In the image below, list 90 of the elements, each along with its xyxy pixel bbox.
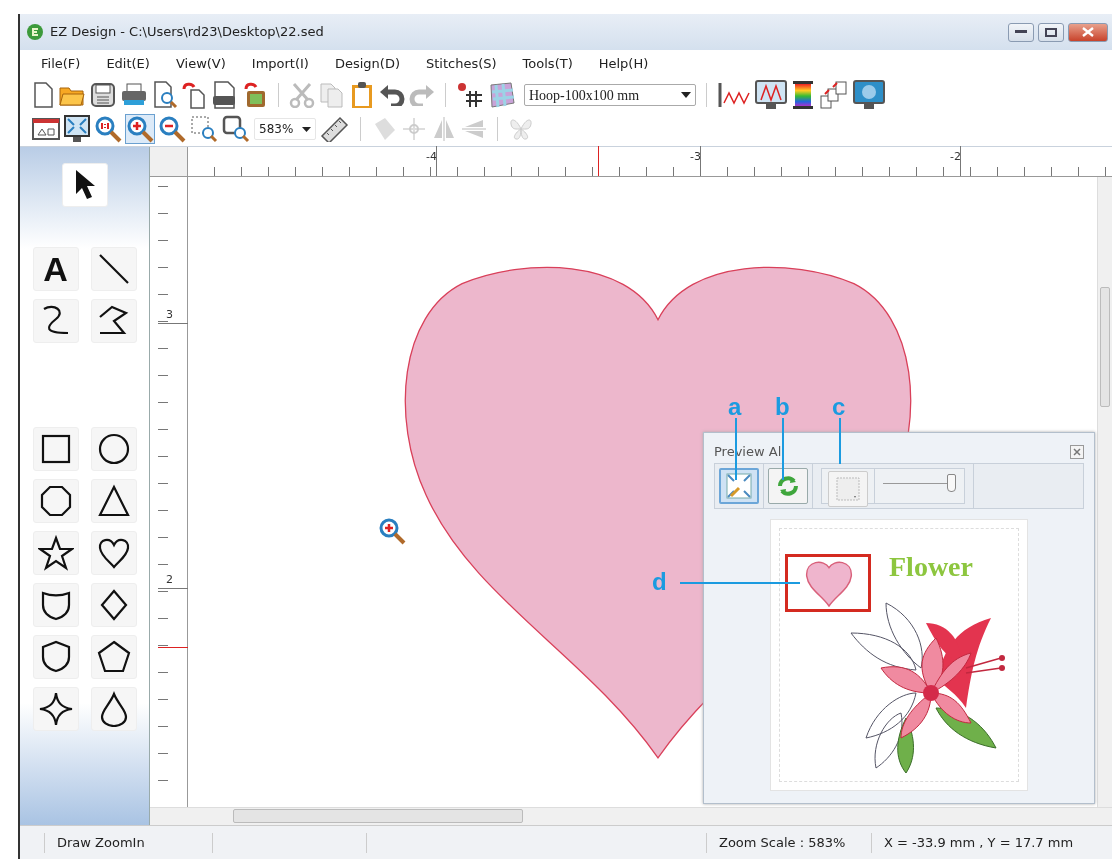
zoom-actual-size-icon[interactable]	[94, 115, 122, 143]
leader-line	[782, 418, 784, 480]
shield-tool[interactable]	[32, 583, 79, 627]
ruler-label: -3	[690, 149, 701, 165]
minimize-icon	[1015, 30, 1027, 34]
zoom-all-icon[interactable]	[222, 115, 250, 143]
hoop-dropdown[interactable]: Hoop-100x100 mm	[524, 84, 696, 106]
menu-item[interactable]: Import(I)	[238, 54, 322, 74]
close-icon[interactable]	[1070, 445, 1084, 459]
import-file-icon[interactable]	[182, 81, 208, 109]
window-title: EZ Design - C:\Users\rd23\Desktop\22.sed	[50, 23, 324, 42]
zoom-out-icon[interactable]	[158, 115, 186, 143]
maximize-button[interactable]	[1038, 22, 1064, 42]
clipboard-icon[interactable]	[349, 81, 375, 109]
polyline-tool[interactable]	[90, 299, 137, 343]
refresh-button[interactable]	[768, 468, 808, 504]
status-text: X = -33.9 mm , Y = 17.7 mm	[884, 833, 1074, 852]
circle-tool[interactable]	[90, 427, 137, 471]
ruler-icon[interactable]	[320, 116, 350, 142]
file-format-icon[interactable]	[212, 81, 238, 109]
heart-thumbnail	[804, 561, 854, 607]
printer-icon[interactable]	[120, 82, 148, 108]
menu-item[interactable]: View(V)	[162, 54, 239, 74]
star-tool[interactable]	[32, 531, 79, 575]
status-text: Zoom Scale : 583%	[719, 833, 846, 852]
fit-view-icon	[725, 472, 753, 500]
refresh-icon	[776, 474, 800, 498]
zoom-cursor-icon	[378, 517, 408, 547]
maximize-icon	[1045, 27, 1057, 37]
leader-line	[735, 418, 737, 480]
menu-item[interactable]: Stitches(S)	[413, 54, 510, 74]
zoom-area-icon[interactable]	[190, 115, 218, 143]
rectangle-tool[interactable]	[32, 427, 79, 471]
pointer-tool[interactable]	[61, 163, 108, 207]
design-view-icon[interactable]	[32, 117, 60, 141]
caret-icon	[681, 92, 691, 98]
pentagon-tool[interactable]	[90, 635, 137, 679]
callout-label: d	[652, 570, 667, 594]
vertical-scrollbar[interactable]	[1097, 177, 1112, 807]
print-preview-icon[interactable]	[152, 81, 178, 109]
stitch-order-icon[interactable]	[819, 80, 849, 110]
ruler-label: 2	[166, 572, 173, 588]
menu-item[interactable]: Design(D)	[321, 54, 413, 74]
menu-item[interactable]: Help(H)	[585, 54, 662, 74]
leader-line	[839, 418, 841, 464]
curve-tool[interactable]	[32, 299, 79, 343]
app-logo-icon	[26, 23, 44, 41]
triangle-tool[interactable]	[90, 479, 137, 523]
star-icon	[37, 535, 74, 571]
callout-label: b	[775, 395, 790, 419]
ruler-label: -4	[426, 149, 437, 165]
menu-item[interactable]: File(F)	[28, 54, 94, 74]
close-icon	[1082, 27, 1094, 37]
slider-thumb[interactable]	[947, 474, 956, 492]
line-tool[interactable]	[90, 247, 137, 291]
export-image-icon[interactable]	[242, 81, 268, 109]
status-text: Draw ZoomIn	[57, 833, 145, 852]
callout-label: c	[832, 395, 846, 419]
zoom-dropdown[interactable]: 583%	[254, 118, 316, 140]
hoop-fabric-icon[interactable]	[488, 81, 516, 109]
octagon-tool[interactable]	[32, 479, 79, 523]
thread-colors-icon[interactable]	[791, 80, 815, 110]
menu-item[interactable]: Tools(T)	[509, 54, 586, 74]
callout-label: a	[728, 395, 742, 419]
horizontal-scrollbar[interactable]	[150, 807, 1112, 825]
menu-item[interactable]: Edit(E)	[93, 54, 163, 74]
grid-icon[interactable]	[456, 81, 484, 109]
3d-monitor-icon[interactable]	[853, 80, 885, 110]
undo-icon[interactable]	[379, 84, 405, 106]
badge-shape-tool[interactable]	[32, 635, 79, 679]
four-point-star-icon	[37, 691, 74, 727]
pattern-icon	[836, 477, 860, 501]
diamond-tool[interactable]	[90, 583, 137, 627]
fit-screen-icon[interactable]	[64, 115, 90, 143]
four-point-star-tool[interactable]	[32, 687, 79, 731]
text-tool[interactable]: A	[32, 247, 79, 291]
minimize-button[interactable]	[1008, 22, 1034, 42]
pentagon-icon	[95, 639, 132, 675]
stitch-icon[interactable]	[717, 81, 751, 109]
design-text: Flower	[889, 550, 973, 584]
ruler-label: 3	[166, 307, 173, 323]
fit-view-button[interactable]	[719, 468, 759, 504]
stitch-monitor-icon[interactable]	[755, 80, 787, 110]
caret-icon	[302, 126, 311, 132]
zoom-in-icon[interactable]	[126, 115, 154, 143]
ruler-label: -2	[950, 149, 961, 165]
drop-tool[interactable]	[90, 687, 137, 731]
close-button[interactable]	[1068, 22, 1108, 42]
new-file-icon[interactable]	[32, 82, 54, 108]
heart-tool[interactable]	[90, 531, 137, 575]
